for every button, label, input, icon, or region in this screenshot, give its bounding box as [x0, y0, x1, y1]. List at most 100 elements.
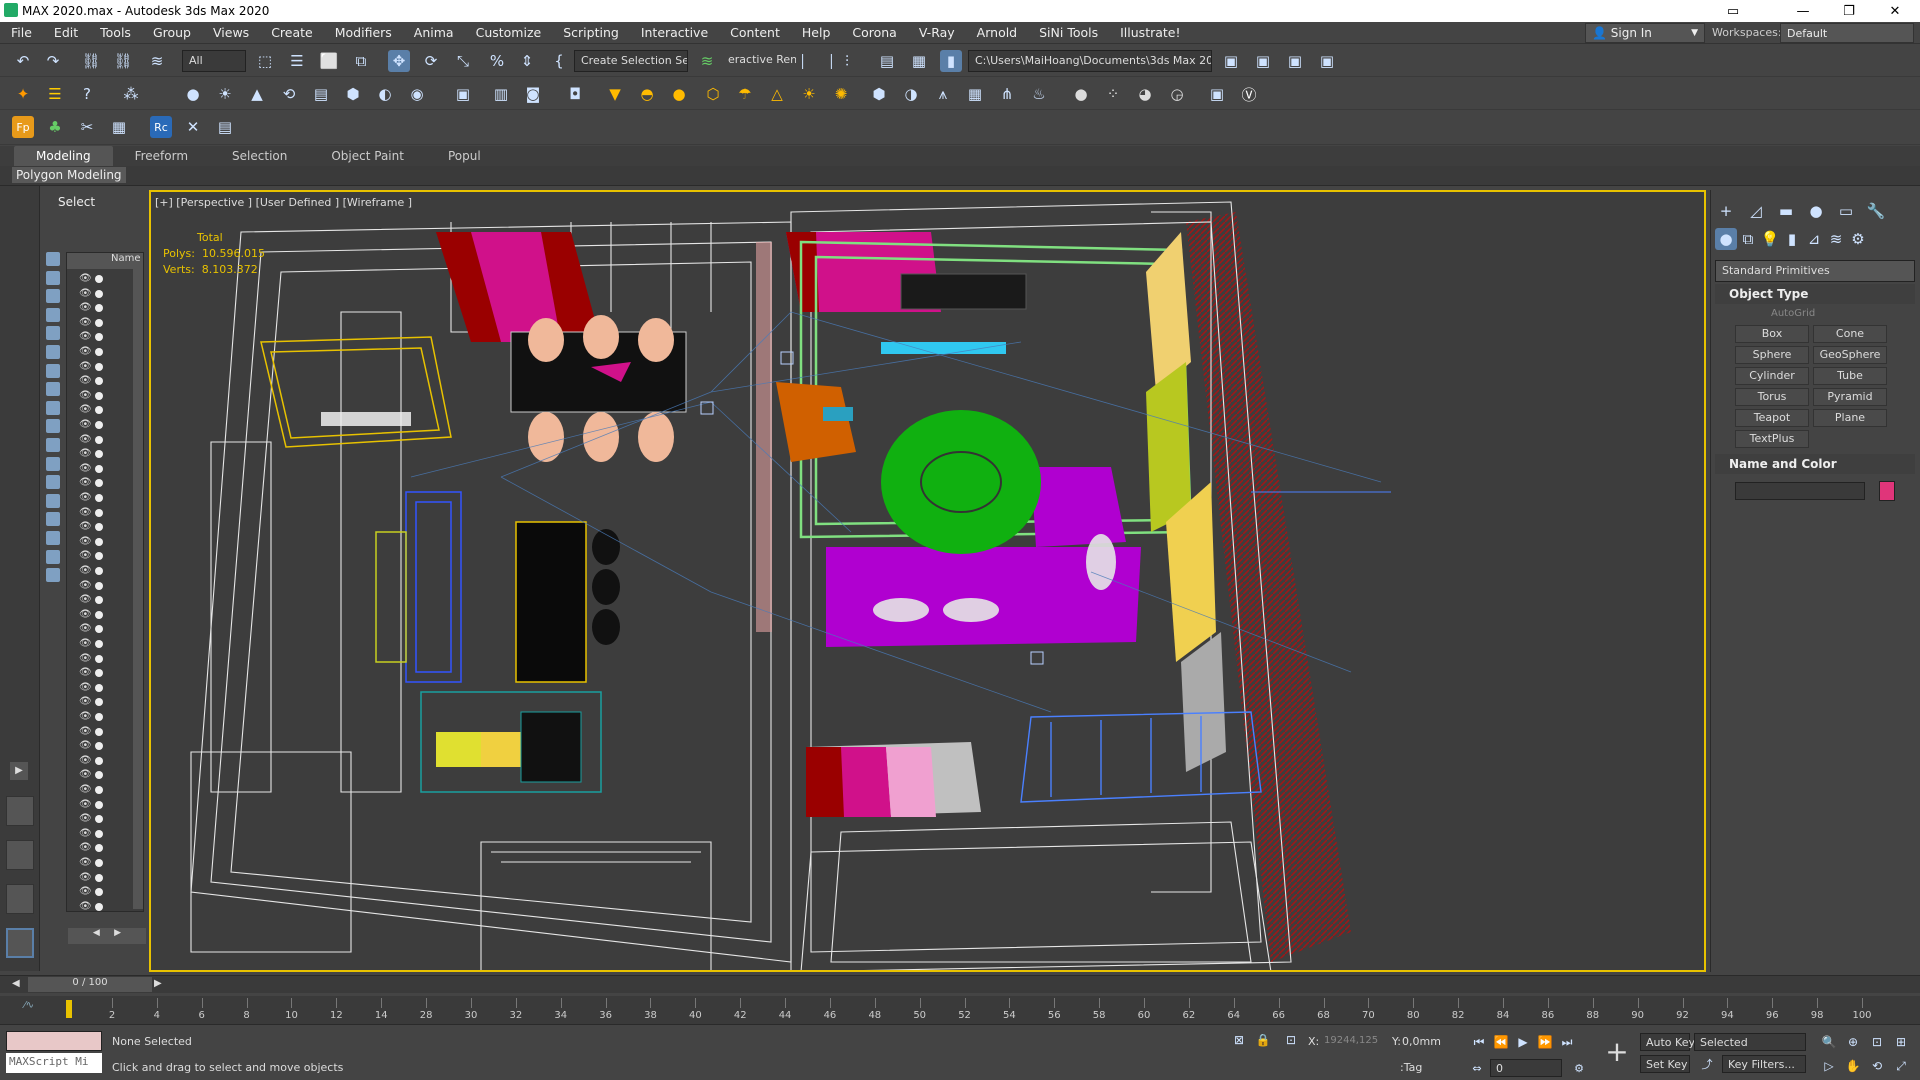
viewport-layout-active[interactable] — [6, 928, 34, 958]
unlink-icon[interactable]: ⛓ — [112, 50, 134, 72]
select-object-icon[interactable]: ⬚ — [254, 50, 276, 72]
visibility-eye-icon[interactable]: 👁 — [79, 580, 92, 591]
visibility-eye-icon[interactable]: 👁 — [79, 770, 92, 780]
next-frame-icon[interactable]: ▶ — [154, 978, 162, 989]
close-button[interactable]: ✕ — [1872, 0, 1918, 22]
object-bubble-icon[interactable] — [95, 596, 103, 605]
visibility-eye-icon[interactable]: 👁 — [79, 595, 92, 605]
display-all-icon[interactable] — [46, 475, 60, 490]
align-icon[interactable]: ⫶ — [836, 50, 858, 72]
set-project-icon[interactable]: ▣ — [1252, 50, 1274, 72]
object-bubble-icon[interactable] — [95, 786, 103, 794]
scene-object-row[interactable]: 👁 — [67, 463, 143, 476]
list-icon[interactable]: ☰ — [44, 83, 66, 105]
go-to-end-icon[interactable]: ⏭ — [1556, 1031, 1578, 1053]
undo-icon[interactable]: ↶ — [12, 50, 34, 72]
object-bubble-icon[interactable] — [95, 581, 103, 590]
visibility-eye-icon[interactable]: 👁 — [79, 434, 92, 445]
minimize-button[interactable]: — — [1780, 0, 1826, 22]
object-bubble-icon[interactable] — [95, 435, 103, 444]
material-library-icon[interactable]: ◶ — [1166, 83, 1188, 105]
object-bubble-icon[interactable] — [95, 567, 103, 575]
table-icon[interactable]: ▦ — [108, 116, 130, 138]
cameras-filter-icon[interactable] — [46, 307, 60, 322]
layer-icon[interactable] — [46, 568, 60, 583]
play-icon[interactable]: ▶ — [1512, 1031, 1534, 1053]
scene-object-row[interactable]: 👁 — [67, 711, 143, 724]
scene-object-row[interactable]: 👁 — [67, 696, 143, 709]
object-bubble-icon[interactable] — [95, 333, 103, 342]
zoom-icon[interactable]: 🔍 — [1818, 1031, 1840, 1053]
edit-named-selection-icon[interactable]: { — [548, 50, 570, 72]
scene-object-row[interactable]: 👁 — [67, 901, 143, 914]
prev-key-icon[interactable]: ⏪ — [1490, 1031, 1512, 1053]
find-icon[interactable] — [46, 531, 60, 545]
object-bubble-icon[interactable] — [95, 844, 103, 853]
space-warps-icon[interactable]: ≋ — [1825, 228, 1847, 250]
object-bubble-icon[interactable] — [95, 362, 103, 371]
sphere-icon[interactable]: ● — [668, 83, 690, 105]
mesh-light-icon[interactable]: ⬡ — [702, 83, 724, 105]
scene-object-row[interactable]: 👁 — [67, 521, 143, 534]
next-key-icon[interactable]: ⏩ — [1534, 1031, 1556, 1053]
scene-object-row[interactable]: 👁 — [67, 813, 143, 826]
camera-icon[interactable]: ◙ — [522, 83, 544, 105]
warps-filter-icon[interactable] — [46, 345, 60, 359]
object-bubble-icon[interactable] — [95, 464, 103, 473]
object-bubble-icon[interactable] — [95, 421, 103, 429]
scene-object-row[interactable]: 👁 — [67, 594, 143, 607]
maxscript-mini-listener[interactable]: MAXScript Mi — [6, 1053, 102, 1073]
menu-arnold[interactable]: Arnold — [966, 25, 1028, 40]
spreadsheet-icon[interactable]: ▤ — [214, 116, 236, 138]
visibility-eye-icon[interactable]: 👁 — [79, 536, 92, 547]
tab-modeling[interactable]: Modeling — [14, 146, 113, 166]
zoom-extents-icon[interactable]: ⊡ — [1866, 1031, 1888, 1053]
set-key-button[interactable]: Set Key — [1640, 1055, 1690, 1073]
visibility-eye-icon[interactable]: 👁 — [79, 682, 92, 693]
save-project-icon[interactable]: ▣ — [1284, 50, 1306, 72]
workspace-dropdown[interactable]: Default — [1780, 23, 1914, 43]
visibility-eye-icon[interactable]: 👁 — [79, 668, 92, 678]
object-bubble-icon[interactable] — [95, 289, 103, 298]
visibility-eye-icon[interactable]: 👁 — [79, 755, 92, 766]
object-name-input[interactable] — [1735, 482, 1865, 500]
scene-object-row[interactable]: 👁 — [67, 390, 143, 403]
current-frame-field[interactable]: 0 — [1490, 1059, 1562, 1077]
select-by-name-icon[interactable]: ☰ — [286, 50, 308, 72]
utilities-tab-icon[interactable]: 🔧 — [1865, 200, 1887, 222]
visibility-eye-icon[interactable]: 👁 — [79, 463, 92, 474]
tools-icon[interactable]: ✂ — [76, 116, 98, 138]
motion-tab-icon[interactable]: ● — [1805, 200, 1827, 222]
go-to-start-icon[interactable]: ⏮ — [1468, 1031, 1490, 1053]
hidden-filter-icon[interactable] — [46, 456, 60, 471]
material-editor-icon[interactable]: ◕ — [1134, 83, 1156, 105]
plugin-icon[interactable]: ✦ — [12, 83, 34, 105]
scene-object-row[interactable]: 👁 — [67, 755, 143, 768]
scene-object-row[interactable]: 👁 — [67, 565, 143, 578]
scene-object-row[interactable]: 👁 — [67, 331, 143, 344]
visibility-eye-icon[interactable]: 👁 — [79, 741, 92, 751]
visibility-eye-icon[interactable]: 👁 — [79, 901, 92, 912]
vray-logo-icon[interactable]: Ⓥ — [1238, 83, 1260, 105]
scene-object-row[interactable]: 👁 — [67, 448, 143, 461]
particles-icon[interactable]: ⁂ — [120, 83, 142, 105]
object-bubble-icon[interactable] — [95, 654, 103, 663]
visibility-eye-icon[interactable]: 👁 — [79, 361, 92, 372]
scene-object-row[interactable]: 👁 — [67, 507, 143, 520]
frozen-filter-icon[interactable] — [46, 438, 60, 452]
visibility-eye-icon[interactable]: 👁 — [79, 726, 92, 737]
proxy-cube-icon[interactable]: ⬢ — [868, 83, 890, 105]
prev-frame-icon[interactable]: ◀ — [12, 978, 20, 989]
geometry-icon[interactable]: ● — [1715, 228, 1737, 250]
menu-create[interactable]: Create — [260, 25, 324, 40]
wrench-icon[interactable]: ✕ — [182, 116, 204, 138]
menu-views[interactable]: Views — [202, 25, 260, 40]
visibility-eye-icon[interactable]: 👁 — [79, 828, 92, 839]
scene-object-row[interactable]: 👁 — [67, 477, 143, 490]
spot-light-icon[interactable]: ☂ — [734, 83, 756, 105]
named-selection-dropdown[interactable]: Create Selection Se — [574, 50, 688, 72]
category-dropdown[interactable]: Standard Primitives — [1715, 260, 1915, 282]
key-mode-icon[interactable]: ⇔ — [1466, 1057, 1488, 1079]
scene-object-row[interactable]: 👁 — [67, 419, 143, 432]
display-none-icon[interactable] — [46, 493, 60, 508]
